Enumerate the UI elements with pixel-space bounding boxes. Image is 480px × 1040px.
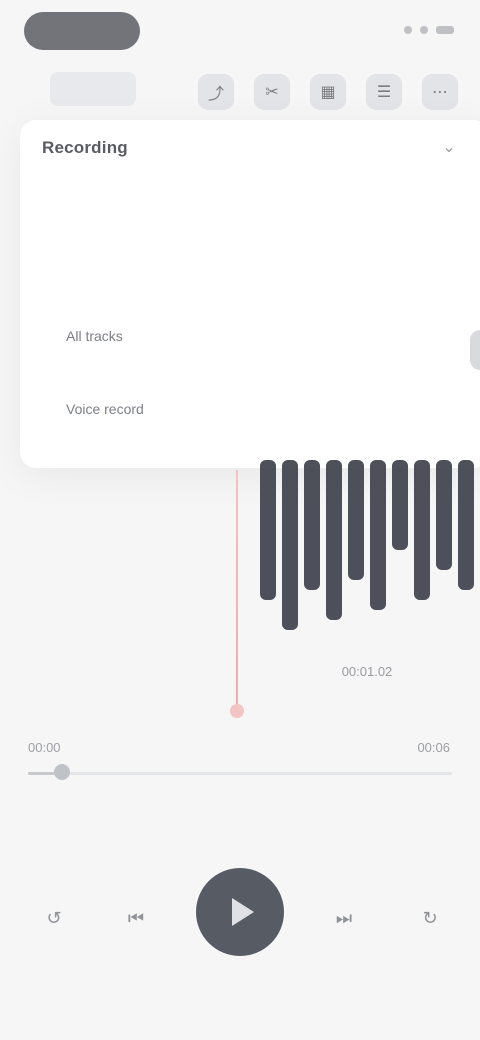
skip-back-icon[interactable]: ⏮	[118, 900, 154, 936]
list-item-all-tracks[interactable]: All tracks	[66, 323, 123, 349]
more-icon[interactable]: ⋯	[422, 74, 458, 110]
total-time: 00:06	[417, 740, 450, 755]
waveform-bar	[458, 460, 474, 590]
signal-icon	[404, 26, 412, 34]
grid-icon[interactable]: ▦	[310, 74, 346, 110]
waveform-bar	[436, 460, 452, 570]
waveform-bars	[260, 460, 474, 630]
play-icon	[232, 898, 254, 926]
waveform-bar	[348, 460, 364, 580]
card-header: Recording ⌄	[42, 136, 460, 160]
chevron-down-icon[interactable]: ⌄	[438, 137, 460, 159]
share-icon[interactable]: ⤴	[198, 74, 234, 110]
progress-track[interactable]	[28, 772, 452, 775]
playhead-line[interactable]	[236, 470, 238, 710]
waveform-bar	[304, 460, 320, 590]
scissors-icon[interactable]: ✂	[254, 74, 290, 110]
card-edge-handle[interactable]	[470, 330, 480, 370]
tracks-card: Recording ⌄ All tracks Voice record	[20, 120, 480, 468]
card-title: Recording	[42, 138, 128, 157]
rewind-icon[interactable]: ↺	[36, 900, 72, 936]
list-item-voice-record[interactable]: Voice record	[66, 396, 144, 422]
playhead-handle[interactable]	[230, 704, 244, 718]
skip-forward-icon[interactable]: ⏭	[326, 900, 362, 936]
end-icon[interactable]: ↻	[412, 900, 448, 936]
waveform-bar	[260, 460, 276, 600]
battery-icon	[436, 26, 454, 34]
progress-knob[interactable]	[53, 764, 70, 780]
toolbar-icons: ⤴ ✂ ▦ ☰ ⋯	[198, 74, 458, 110]
waveform-bar	[326, 460, 342, 620]
current-time: 00:00	[28, 740, 61, 755]
filter-icon[interactable]: ☰	[366, 74, 402, 110]
status-icons	[364, 20, 454, 40]
waveform-bar	[282, 460, 298, 630]
top-toolbar: ⤴ ✂ ▦ ☰ ⋯	[0, 60, 480, 120]
waveform-bar	[392, 460, 408, 550]
waveform-label: 00:01.02	[341, 664, 393, 679]
waveform-bar	[370, 460, 386, 610]
list-item-label: All tracks	[66, 328, 123, 344]
toolbar-left-label[interactable]	[50, 72, 136, 106]
play-button[interactable]	[196, 868, 284, 956]
list-item-label: Voice record	[66, 401, 144, 417]
waveform-bar	[414, 460, 430, 600]
status-time-pill	[24, 12, 140, 50]
wifi-icon	[420, 26, 428, 34]
